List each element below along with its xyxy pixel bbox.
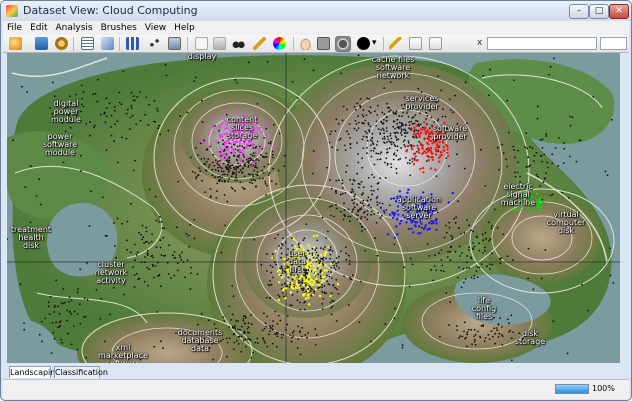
menu-bar: File Edit Analysis Brushes View Help <box>3 21 629 35</box>
menu-brushes[interactable]: Brushes <box>97 21 141 35</box>
application-window: Dataset View: Cloud Computing – □ ✕ File… <box>0 0 632 401</box>
app-icon <box>6 5 18 17</box>
toolbar: ▾ x <box>3 35 629 53</box>
gear-icon[interactable] <box>55 37 68 50</box>
map-label-display: display <box>187 53 217 61</box>
clear-search-icon[interactable]: x <box>477 37 485 50</box>
edit-icon[interactable] <box>429 37 442 50</box>
progress-bar <box>555 384 589 394</box>
map-label-services: services provider <box>405 94 439 111</box>
scatter-icon[interactable] <box>148 37 161 50</box>
map-label-cache: cache files software network <box>371 55 415 80</box>
landscape-view[interactable]: display cache files software network dig… <box>7 53 620 363</box>
map-label-content: content slices storage <box>226 115 258 140</box>
view-tabs: Landscaping Classification <box>3 365 629 379</box>
progress-label: 100% <box>592 384 615 393</box>
map-label-treatment: treatment health disk <box>10 225 52 250</box>
minimize-button[interactable]: – <box>569 4 589 19</box>
secondary-input[interactable] <box>600 37 627 50</box>
paint-brush-icon[interactable] <box>253 37 266 50</box>
maximize-button[interactable]: □ <box>589 4 609 19</box>
circle-brush-icon[interactable] <box>335 36 351 52</box>
map-label-documents: documents database data <box>177 328 223 353</box>
map-label-user: user data first <box>287 249 307 274</box>
status-bar: 100% <box>3 379 629 399</box>
landscape-map[interactable] <box>7 53 620 363</box>
open-icon[interactable] <box>9 37 22 50</box>
menu-edit[interactable]: Edit <box>26 21 51 35</box>
map-label-life: life config files <box>471 296 497 321</box>
close-button[interactable]: ✕ <box>609 4 629 19</box>
map-label-application: application software server <box>396 195 442 220</box>
hand-icon[interactable] <box>299 37 312 50</box>
map-label-cluster: cluster network activity <box>94 260 128 285</box>
landscape-icon[interactable] <box>168 37 181 50</box>
map-label-electric: electric signal machine <box>500 182 536 207</box>
map-label-virtual: virtual computer disk <box>546 210 586 235</box>
title-bar[interactable]: Dataset View: Cloud Computing – □ ✕ <box>1 1 631 21</box>
save-icon[interactable] <box>35 37 48 50</box>
menu-analysis[interactable]: Analysis <box>52 21 97 35</box>
tab-classification[interactable]: Classification <box>54 366 108 378</box>
tab-landscaping[interactable]: Landscaping <box>9 366 60 378</box>
map-label-xml: xml marketplace software <box>98 343 148 364</box>
menu-view[interactable]: View <box>141 21 170 35</box>
menu-help[interactable]: Help <box>170 21 199 35</box>
binoculars-icon[interactable] <box>232 37 245 50</box>
copy-icon[interactable] <box>195 37 208 50</box>
print-icon[interactable] <box>213 37 226 50</box>
chart-icon[interactable] <box>101 37 114 50</box>
add-icon[interactable] <box>409 37 422 50</box>
map-label-software-provider: software provider <box>432 124 468 141</box>
map-label-power: power software module <box>42 132 78 157</box>
progress-fill <box>556 385 588 393</box>
chevron-down-icon[interactable]: ▾ <box>372 37 380 50</box>
color-swatch-icon[interactable] <box>357 37 370 50</box>
window-title: Dataset View: Cloud Computing <box>23 4 198 17</box>
color-wheel-icon[interactable] <box>273 37 286 50</box>
menu-file[interactable]: File <box>3 21 26 35</box>
bar-chart-icon[interactable] <box>126 37 139 50</box>
key-icon[interactable] <box>389 37 402 50</box>
map-label-digital: digital power module <box>51 99 81 124</box>
search-input[interactable] <box>487 37 597 50</box>
square-icon[interactable] <box>317 37 330 50</box>
table-icon[interactable] <box>81 37 94 50</box>
map-label-disk: disk storage <box>514 329 546 346</box>
